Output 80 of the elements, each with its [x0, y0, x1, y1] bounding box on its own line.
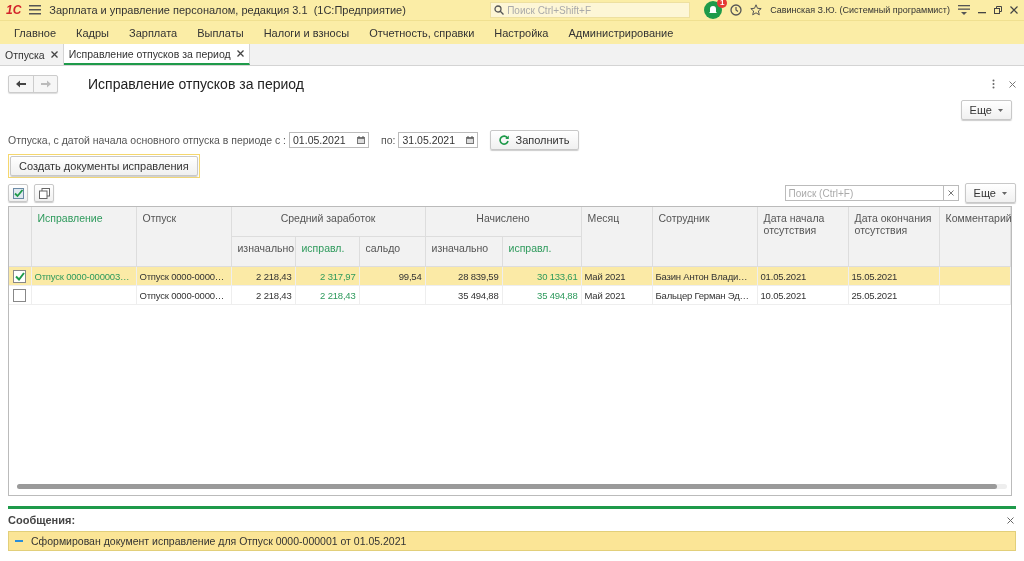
tab-label[interactable]: Отпуска [5, 48, 45, 61]
check-all-button[interactable] [8, 184, 28, 202]
message-text: Сформирован документ исправление для Отпуск 0000-000001 от 01.05.2021 [31, 535, 407, 547]
column-header[interactable]: изначально [425, 236, 502, 267]
bell-icon[interactable] [704, 1, 723, 19]
table-cell: 2 218,43 [231, 285, 295, 305]
uncheck-all-button[interactable] [34, 184, 54, 202]
restore-icon[interactable] [994, 6, 1002, 14]
column-header[interactable]: сальдо [359, 236, 425, 267]
menu-icon[interactable] [29, 5, 42, 15]
column-header[interactable]: Отпуск [136, 207, 231, 267]
column-header[interactable]: Дата начала отсутствия [757, 207, 849, 267]
tab[interactable]: Отпуска [0, 44, 64, 65]
more-button[interactable]: Еще [964, 183, 1016, 203]
messages-title: Сообщения: [8, 514, 76, 526]
menu-item[interactable]: Отчетность, справки [359, 26, 485, 39]
calendar-icon[interactable] [357, 136, 366, 144]
menu-item[interactable]: Настройка [484, 26, 559, 39]
arrow-right-icon [40, 80, 51, 88]
column-header[interactable]: Средний заработок [231, 207, 425, 237]
menu-item[interactable]: Администрирование [558, 26, 684, 39]
menu-item[interactable]: Зарплата [119, 26, 188, 39]
period-label: Отпуска, с датой начала основного отпуска в периоде с : [8, 134, 287, 146]
table-cell: 25.05.2021 [848, 285, 940, 305]
column-header[interactable]: Месяц [581, 207, 653, 267]
form-title: Исправление отпусков за период [88, 76, 305, 92]
table-cell: 35 494,88 [425, 285, 502, 305]
column-header[interactable]: Начислено [425, 207, 582, 237]
close-icon[interactable] [1009, 80, 1016, 88]
date-field[interactable]: 31.05.2021 [398, 132, 479, 148]
window-title: Зарплата и управление персоналом, редакция 3.1 (1С:Предприятие) [49, 4, 407, 16]
search-field[interactable]: Поиск Ctrl+Shift+F [507, 4, 678, 16]
user-name[interactable]: Савинская З.Ю. (Системный программист) [770, 5, 950, 15]
search-field[interactable]: Поиск Ctrl+Shift+F [490, 2, 691, 18]
menu-item[interactable]: Кадры [66, 26, 119, 39]
caret-icon [1002, 191, 1007, 195]
tab-label[interactable]: Исправление отпусков за период [68, 47, 231, 60]
to-label: по: [381, 134, 396, 146]
tab[interactable]: Исправление отпусков за период [63, 44, 250, 65]
close-icon[interactable] [236, 50, 244, 57]
checkbox[interactable] [13, 288, 26, 302]
table-cell[interactable]: 35 494,88 [502, 285, 582, 305]
close-icon[interactable] [1007, 516, 1014, 524]
app-logo: 1С [6, 3, 22, 17]
arrow-left-icon [16, 80, 26, 88]
history-icon[interactable] [730, 4, 743, 16]
checkbox-icon [12, 187, 24, 199]
star-icon[interactable] [750, 4, 763, 16]
refresh-icon [499, 135, 510, 145]
check-icon [14, 271, 25, 281]
clear-icon[interactable] [947, 190, 954, 196]
caret-icon [998, 108, 1003, 112]
close-icon[interactable] [50, 51, 58, 58]
menu-item[interactable]: Выплаты [187, 26, 254, 39]
scrollbar-thumb[interactable] [17, 483, 998, 489]
table-cell[interactable]: 2 218,43 [295, 285, 359, 305]
column-header[interactable]: Дата окончания отсутствия [848, 207, 940, 267]
close-icon[interactable] [1010, 6, 1018, 14]
search-icon [494, 5, 505, 15]
table-cell: 10.05.2021 [757, 285, 849, 305]
calendar-icon[interactable] [466, 136, 475, 144]
table-cell: Отпуск 0000-0000… [136, 285, 231, 305]
checkbox[interactable] [13, 269, 26, 283]
more-button[interactable]: Еще [960, 100, 1012, 120]
dash-icon [15, 540, 23, 542]
search-field[interactable]: Поиск (Ctrl+F) [784, 185, 959, 201]
table-cell: Май 2021 [581, 285, 653, 305]
copy-icon [38, 187, 50, 199]
column-header[interactable]: Сотрудник [652, 207, 758, 267]
create-documents-button[interactable]: Создать документы исправления [10, 156, 198, 176]
table-cell: Бальцер Герман Эд… [652, 285, 758, 305]
column-header[interactable]: изначально [231, 236, 295, 267]
more-icon[interactable] [992, 79, 995, 89]
fill-button[interactable]: Заполнить [490, 130, 579, 150]
date-field[interactable]: 01.05.2021 [289, 132, 370, 148]
column-header[interactable]: Комментарий [939, 207, 1011, 267]
menu-item[interactable]: Главное [4, 26, 67, 39]
menu-item[interactable]: Налоги и взносы [253, 26, 360, 39]
list-menu-icon[interactable] [958, 5, 970, 15]
notification-count: 1 [717, 0, 728, 8]
